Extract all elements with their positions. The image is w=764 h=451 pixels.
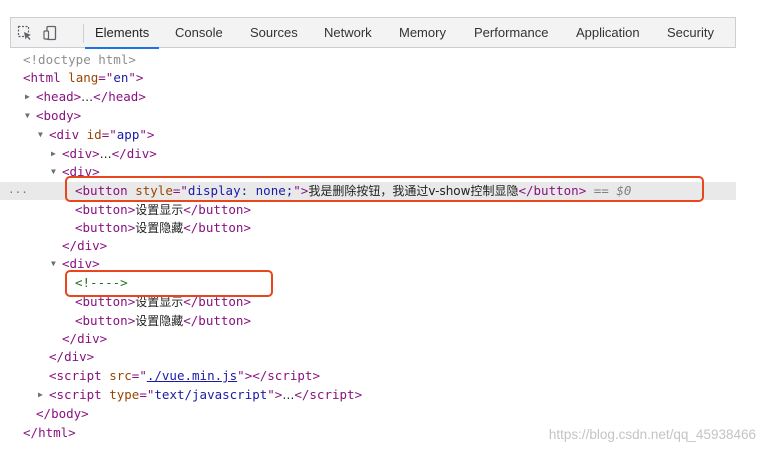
dom-node-div-1-close[interactable]: </div>	[0, 237, 736, 255]
dom-node-div-collapsed[interactable]: ▶ <div>…</div>	[0, 145, 736, 163]
watermark: https://blog.csdn.net/qq_45938466	[548, 427, 756, 442]
expand-triangle-icon[interactable]: ▶	[25, 88, 35, 106]
tab-memory[interactable]: Memory	[399, 18, 446, 48]
device-toolbar-icon[interactable]	[43, 25, 59, 41]
collapse-triangle-icon[interactable]: ▼	[25, 107, 35, 125]
tab-elements[interactable]: Elements	[84, 18, 160, 49]
devtools-toolbar: Elements Console Sources Network Memory …	[10, 17, 736, 49]
dom-node-body[interactable]: ▼ <body>	[0, 107, 736, 125]
tab-network[interactable]: Network	[324, 18, 372, 48]
dom-node-div-app-close[interactable]: </div>	[0, 348, 736, 366]
collapse-triangle-icon[interactable]: ▼	[38, 126, 48, 144]
dom-node-button-show[interactable]: <button>设置显示</button>	[0, 201, 736, 219]
dom-node-div-app[interactable]: ▼ <div id="app">	[0, 126, 736, 144]
dom-node-button-hide[interactable]: <button>设置隐藏</button>	[0, 219, 736, 237]
inspect-element-icon[interactable]	[17, 25, 33, 41]
highlight-box-hidden-button	[65, 176, 704, 202]
tab-console[interactable]: Console	[175, 18, 223, 48]
script-src-link[interactable]: ./vue.min.js	[147, 368, 237, 383]
highlight-box-comment	[65, 270, 273, 297]
dom-node-doctype[interactable]: <!doctype html>	[0, 51, 736, 69]
toolbar-separator	[83, 24, 84, 43]
dom-node-html[interactable]: <html lang="en">	[0, 69, 736, 87]
dom-node-script-vue[interactable]: <script src="./vue.min.js"></script>	[0, 367, 736, 385]
tab-sources[interactable]: Sources	[250, 18, 298, 48]
tab-performance[interactable]: Performance	[474, 18, 548, 48]
dom-node-body-close[interactable]: </body>	[0, 405, 736, 423]
row-actions-icon[interactable]: ...	[8, 181, 28, 199]
tab-application[interactable]: Application	[576, 18, 640, 48]
expand-triangle-icon[interactable]: ▶	[51, 145, 61, 163]
collapse-triangle-icon[interactable]: ▼	[51, 255, 61, 273]
dom-node-head[interactable]: ▶ <head>…</head>	[0, 88, 736, 106]
dom-node-script-inline[interactable]: ▶ <script type="text/javascript">…</scri…	[0, 386, 736, 404]
dom-node-div-2-close[interactable]: </div>	[0, 330, 736, 348]
dom-tree: <!doctype html> <html lang="en"> ▶ <head…	[0, 50, 736, 445]
tab-security[interactable]: Security	[667, 18, 714, 48]
expand-triangle-icon[interactable]: ▶	[38, 386, 48, 404]
collapse-triangle-icon[interactable]: ▼	[51, 163, 61, 181]
dom-node-button-hide-2[interactable]: <button>设置隐藏</button>	[0, 312, 736, 330]
